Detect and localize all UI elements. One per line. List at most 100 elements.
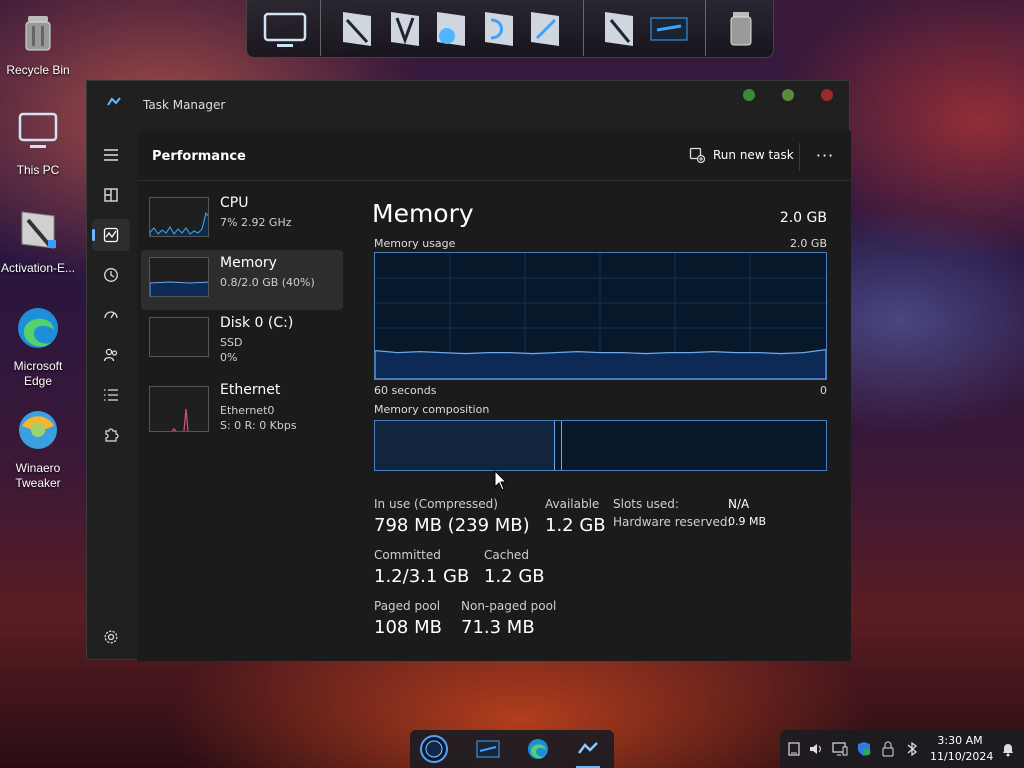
this-pc-dock-icon[interactable] xyxy=(261,8,309,50)
monitor-icon xyxy=(18,112,58,148)
perf-item-name: Ethernet xyxy=(220,382,281,398)
content-header: Performance Run new task ··· xyxy=(137,131,851,181)
memory-heading: Memory xyxy=(372,199,474,228)
nav-users[interactable] xyxy=(92,339,130,371)
hamburger-icon xyxy=(104,149,118,161)
network-icon[interactable] xyxy=(832,741,848,757)
clock[interactable]: 3:30 AM 11/10/2024 xyxy=(930,733,993,765)
memory-composition-bar xyxy=(374,420,827,471)
non-paged-pool-value: 71.3 MB xyxy=(461,617,535,638)
non-paged-pool-label: Non-paged pool xyxy=(461,599,557,613)
activation-app-icon xyxy=(21,211,56,249)
keyboard-icon[interactable] xyxy=(786,741,802,757)
header-divider xyxy=(799,143,800,171)
memory-usage-max: 2.0 GB xyxy=(789,237,827,250)
run-task-icon xyxy=(689,147,705,163)
services-puzzle-icon xyxy=(105,428,119,442)
close-button[interactable] xyxy=(821,89,833,101)
taskbar-app-dashboard[interactable] xyxy=(472,734,504,764)
settings-gear-icon xyxy=(104,630,118,644)
perf-item-detail: 7% 2.92 GHz xyxy=(220,216,292,229)
task-manager-icon xyxy=(578,742,598,754)
details-list-icon xyxy=(104,389,118,401)
perf-item-ethernet[interactable]: Ethernet Ethernet0 S: 0 R: 0 Kbps xyxy=(141,376,343,436)
desktop-icon-edge[interactable]: Microsoft Edge xyxy=(0,304,76,389)
start-button[interactable] xyxy=(418,734,450,764)
run-new-task-button[interactable]: Run new task xyxy=(689,147,794,163)
app-dock-icon-7[interactable] xyxy=(647,8,691,50)
winaero-tweaker-icon xyxy=(19,411,57,449)
nav-app-history[interactable] xyxy=(92,259,130,291)
notification-bell-icon[interactable] xyxy=(1000,741,1016,757)
slots-used-label: Slots used: xyxy=(613,497,679,511)
paged-pool-label: Paged pool xyxy=(374,599,441,613)
available-value: 1.2 GB xyxy=(545,515,606,536)
app-dock-icon-4[interactable] xyxy=(481,8,517,50)
taskbar-app-edge[interactable] xyxy=(522,734,554,764)
composition-modified xyxy=(555,421,563,470)
hamburger-menu-button[interactable] xyxy=(92,139,130,171)
in-use-label: In use (Compressed) xyxy=(374,497,498,511)
perf-item-cpu[interactable]: CPU 7% 2.92 GHz xyxy=(141,190,343,250)
perf-item-name: CPU xyxy=(220,195,249,211)
paged-pool-value: 108 MB xyxy=(374,617,442,638)
nav-details[interactable] xyxy=(92,379,130,411)
nav-services[interactable] xyxy=(92,419,130,451)
cached-value: 1.2 GB xyxy=(484,566,545,587)
perf-item-disk[interactable]: Disk 0 (C:) SSD 0% xyxy=(141,310,343,370)
edge-icon xyxy=(18,308,58,348)
startup-gauge-icon xyxy=(104,311,118,319)
page-title: Performance xyxy=(152,149,246,164)
memory-thumbnail-graph xyxy=(149,257,209,297)
slots-used-value: N/A xyxy=(728,497,750,511)
volume-icon[interactable] xyxy=(808,741,824,757)
app-dock-icon-6[interactable] xyxy=(601,8,637,50)
available-label: Available xyxy=(545,497,600,511)
committed-label: Committed xyxy=(374,548,441,562)
nav-performance[interactable] xyxy=(92,219,130,251)
nav-startup-apps[interactable] xyxy=(92,299,130,331)
app-dock-icon-3[interactable] xyxy=(433,8,469,50)
composition-in-use xyxy=(375,421,556,470)
hardware-reserved-label: Hardware reserved: xyxy=(613,515,732,529)
perf-item-detail: Ethernet0 xyxy=(220,404,275,417)
system-tray: 3:30 AM 11/10/2024 xyxy=(780,730,1024,768)
desktop-icon-activation[interactable]: Activation-E... xyxy=(0,206,76,276)
minimize-button[interactable] xyxy=(743,89,755,101)
perf-item-memory[interactable]: Memory 0.8/2.0 GB (40%) xyxy=(141,250,343,310)
task-manager-app-icon xyxy=(107,97,121,106)
defender-shield-icon[interactable] xyxy=(856,741,872,757)
perf-item-name: Disk 0 (C:) xyxy=(220,315,294,331)
users-icon xyxy=(103,348,118,362)
desktop-icon-recycle-bin[interactable]: Recycle Bin xyxy=(0,8,76,78)
memory-composition-label: Memory composition xyxy=(374,403,490,416)
more-options-button[interactable]: ··· xyxy=(813,143,837,167)
memory-total: 2.0 GB xyxy=(779,210,827,226)
time-span-label: 60 seconds xyxy=(374,384,437,397)
memory-usage-label: Memory usage xyxy=(374,237,456,250)
start-orb-icon xyxy=(420,735,448,763)
ethernet-thumbnail-graph xyxy=(149,386,209,432)
disk-thumbnail-graph xyxy=(149,317,209,357)
maximize-button[interactable] xyxy=(782,89,794,101)
nav-rail xyxy=(87,131,135,661)
history-icon xyxy=(104,268,118,282)
title-bar[interactable]: Task Manager xyxy=(87,81,849,131)
bluetooth-icon[interactable] xyxy=(904,741,920,757)
dock-separator xyxy=(320,0,321,56)
app-dock-icon-5[interactable] xyxy=(527,8,563,50)
app-dock-icon-2[interactable] xyxy=(387,8,423,50)
recycle-bin-icon xyxy=(25,16,51,51)
taskbar-app-task-manager[interactable] xyxy=(572,734,604,764)
nav-settings[interactable] xyxy=(92,621,130,653)
desktop-icon-this-pc[interactable]: This PC xyxy=(0,108,76,178)
recycle-bin-dock-icon[interactable] xyxy=(723,8,759,50)
dock-separator xyxy=(583,0,584,56)
desktop-icon-winaero[interactable]: Winaero Tweaker xyxy=(0,406,76,491)
nav-processes[interactable] xyxy=(92,179,130,211)
dashboard-app-icon xyxy=(476,740,500,758)
memory-usage-chart xyxy=(374,253,827,380)
app-dock-icon-1[interactable] xyxy=(339,8,375,50)
security-lock-icon[interactable] xyxy=(880,741,896,757)
desktop-icon-label: This PC xyxy=(16,163,60,177)
